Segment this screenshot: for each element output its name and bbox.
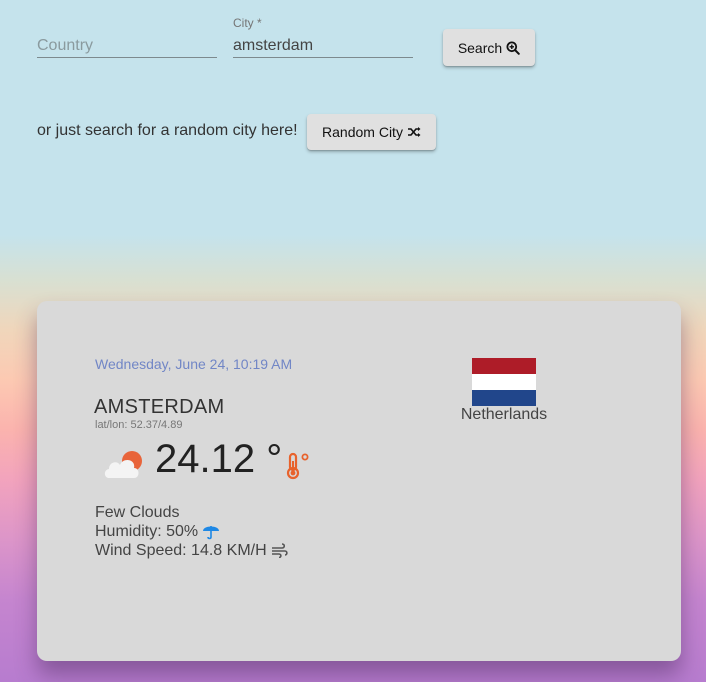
flag-stripe-white [472,374,536,390]
country-name: Netherlands [460,406,548,423]
city-field-label: City * [233,16,262,30]
sun-behind-cloud-icon [104,451,142,478]
flag-stripe-red [472,358,536,374]
humidity-row: Humidity: 50% [95,522,288,541]
search-button-label: Search [457,39,503,56]
flag-stripe-blue [472,390,536,406]
wind-text: Wind Speed: 14.8 KM/H [95,542,267,559]
weather-card: Wednesday, June 24, 10:19 AM AMSTERDAM l… [37,301,681,661]
netherlands-flag [472,358,536,406]
country-input[interactable] [37,35,217,58]
weather-details: Few Clouds Humidity: 50% Wind Speed: 14.… [95,503,288,560]
random-city-button[interactable]: Random City [307,114,436,150]
search-button[interactable]: Search [443,29,535,66]
wind-row: Wind Speed: 14.8 KM/H [95,541,288,560]
wind-icon [271,543,288,558]
random-city-hint: or just search for a random city here! [37,122,298,139]
city-field[interactable]: City * [233,14,413,62]
city-input[interactable] [233,35,413,58]
random-city-button-label: Random City [322,124,403,140]
humidity-text: Humidity: 50% [95,523,199,540]
zoom-in-icon [506,41,520,55]
lat-lon: lat/lon: 52.37/4.89 [95,419,183,431]
umbrella-icon [203,526,220,540]
temperature: 24.12 ° [155,437,283,481]
city-name: AMSTERDAM [94,396,225,418]
country-field[interactable] [37,14,217,62]
weather-description: Few Clouds [95,503,288,522]
thermometer-celsius-icon [286,452,309,480]
weather-date: Wednesday, June 24, 10:19 AM [95,356,293,372]
shuffle-icon [407,127,421,137]
weather-description-text: Few Clouds [95,504,180,521]
